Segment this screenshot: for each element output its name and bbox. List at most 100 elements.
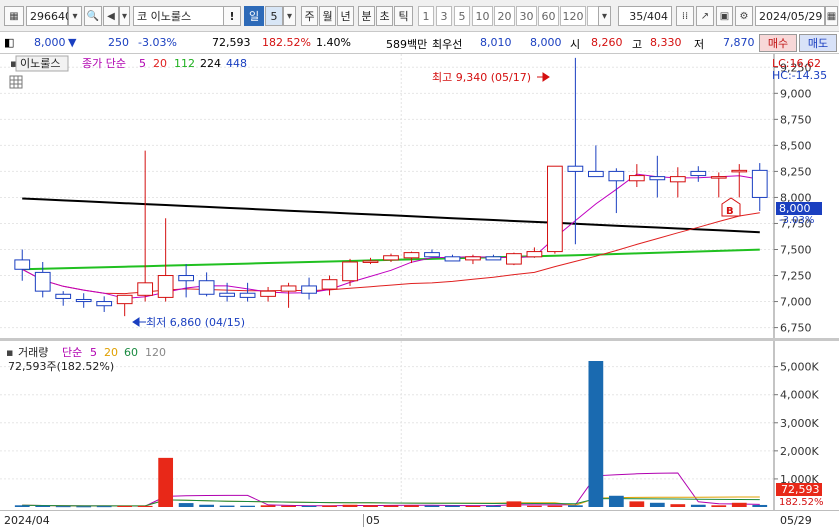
speaker-dropdown-icon[interactable]: ▾ — [119, 6, 130, 26]
price-tick-label: 8,250 — [780, 165, 812, 178]
volume-bar — [35, 505, 51, 507]
candle-body — [628, 175, 645, 182]
save-icon[interactable]: ▣ — [716, 6, 733, 26]
volume-bar — [711, 505, 727, 507]
open-price: 8,260 — [591, 36, 623, 49]
chart-menu-icon[interactable]: ▦ — [4, 6, 24, 26]
buy-button[interactable]: 매수 — [759, 34, 797, 52]
tab-month[interactable]: 월 — [319, 6, 336, 26]
volume-bar — [158, 457, 174, 507]
turnover-rate: 1.40% — [316, 36, 351, 49]
volume-chart[interactable]: 1,000K2,000K3,000K4,000K5,000K ▪ 거래량 단순 … — [0, 341, 839, 510]
stock-code-input[interactable]: 296640 — [26, 6, 72, 26]
date-axis-may: 05 — [363, 514, 380, 527]
grid-icon[interactable]: ⁞⁞ — [676, 6, 694, 26]
hc-label: HC:-14.35 — [772, 69, 827, 82]
volume-tick-label: 5,000K — [780, 361, 819, 374]
interval-30[interactable]: 30 — [516, 6, 537, 26]
volume-tick-label: 3,000K — [780, 417, 819, 430]
candle-body — [55, 293, 72, 299]
price-tag-value: 8,000 — [779, 202, 811, 215]
candle-body — [116, 294, 133, 305]
sell-button[interactable]: 매도 — [799, 34, 837, 52]
volume-legend-ma-120: 120 — [145, 346, 166, 359]
calendar-icon[interactable]: ▦ — [825, 6, 838, 26]
tab-year[interactable]: 년 — [337, 6, 354, 26]
candle-body — [239, 292, 256, 298]
interval-5[interactable]: 5 — [454, 6, 470, 26]
volume-bar — [240, 505, 255, 507]
interval-1[interactable]: 1 — [418, 6, 434, 26]
volume-legend-ma-label: 단순 — [62, 346, 82, 359]
interval-60[interactable]: 60 — [538, 6, 559, 26]
volume-bar — [14, 505, 30, 507]
candle-body — [731, 169, 748, 173]
date-field[interactable]: 2024/05/29 — [755, 6, 825, 26]
high-price: 8,330 — [650, 36, 682, 49]
high-annotation: 최고 9,340 (05/17) — [432, 71, 531, 84]
period-day-tab[interactable]: 일 — [244, 6, 264, 26]
legend-ma-224: 224 — [200, 57, 221, 70]
volume-bar — [199, 504, 214, 507]
volume-bar — [547, 505, 563, 507]
interval-20[interactable]: 20 — [494, 6, 515, 26]
price-tick-label: 7,250 — [780, 270, 812, 283]
price-tick-label: 6,750 — [780, 322, 812, 335]
volume-bar — [424, 505, 440, 507]
quote-bar: ◧ 8,000 ▼ 250 -3.03% 72,593 182.52% 1.40… — [0, 32, 839, 54]
period-dropdown-icon[interactable]: ▾ — [283, 6, 296, 26]
code-dropdown-icon[interactable]: ▾ — [68, 6, 82, 26]
price-tick-label: 7,000 — [780, 296, 812, 309]
buy-signal-label: B — [726, 206, 734, 217]
tab-tick[interactable]: 틱 — [394, 6, 413, 26]
candle-body — [137, 282, 154, 296]
tab-minute[interactable]: 분 — [358, 6, 375, 26]
interval-dropdown-icon[interactable]: ▾ — [598, 6, 611, 26]
volume-tick-label: 2,000K — [780, 445, 819, 458]
interval-3[interactable]: 3 — [436, 6, 452, 26]
candle-body — [260, 290, 276, 297]
market-prefix: 코 — [137, 10, 148, 23]
volume-legend-ma-60: 60 — [124, 346, 138, 359]
current-price: 8,000 — [34, 36, 66, 49]
stock-name-field[interactable]: 코 이노룰스 — [133, 6, 225, 26]
candle-body — [649, 176, 666, 181]
settings-icon[interactable]: ⚙ — [735, 6, 753, 26]
table-view-icon[interactable] — [9, 75, 23, 89]
volume-legend-pin[interactable]: ▪ — [6, 346, 13, 359]
price-chart[interactable]: 6,7507,0007,2507,5007,7508,0008,2508,500… — [0, 54, 839, 338]
tab-second[interactable]: 초 — [376, 6, 393, 26]
warning-button[interactable]: ! — [223, 6, 241, 26]
candle-body — [526, 251, 543, 258]
volume-legend-ma-5: 5 — [90, 346, 97, 359]
candle-body — [547, 165, 563, 253]
candle-body — [403, 252, 420, 259]
best-bid: 8,000 — [530, 36, 562, 49]
volume-bar — [731, 502, 747, 507]
expand-icon[interactable]: ◧ — [4, 36, 14, 49]
low-annotation: 최저 6,860 (04/15) — [146, 316, 245, 329]
volume-bar — [219, 505, 235, 507]
toolbar: ▦ 296640 ▾ 🔍 ◀ ▾ 코 이노룰스 ! 일 5 ▾ 주 월 년 분 … — [0, 0, 839, 32]
interval-10[interactable]: 10 — [472, 6, 493, 26]
trend-icon[interactable]: ↗ — [696, 6, 714, 26]
candle-body — [710, 176, 727, 179]
speaker-icon[interactable]: ◀ — [103, 6, 119, 26]
volume-tick-label: 4,000K — [780, 389, 819, 402]
search-icon[interactable]: 🔍 — [84, 6, 102, 26]
price-tick-label: 8,750 — [780, 113, 812, 126]
candle-body — [751, 169, 768, 198]
price-change-pct: -3.03% — [138, 36, 177, 49]
tab-week[interactable]: 주 — [301, 6, 318, 26]
volume-bar — [342, 504, 358, 507]
low-price: 7,870 — [723, 36, 755, 49]
stock-name: 이노룰스 — [150, 10, 192, 23]
interval-120[interactable]: 120 — [560, 6, 586, 26]
period-count-field[interactable]: 5 — [265, 6, 283, 26]
price-change: 250 — [108, 36, 129, 49]
volume-bar — [588, 361, 604, 507]
volume-bar — [281, 505, 296, 507]
legend-ma-448: 448 — [226, 57, 247, 70]
volume-bar — [608, 495, 624, 507]
volume-bar — [649, 502, 665, 507]
